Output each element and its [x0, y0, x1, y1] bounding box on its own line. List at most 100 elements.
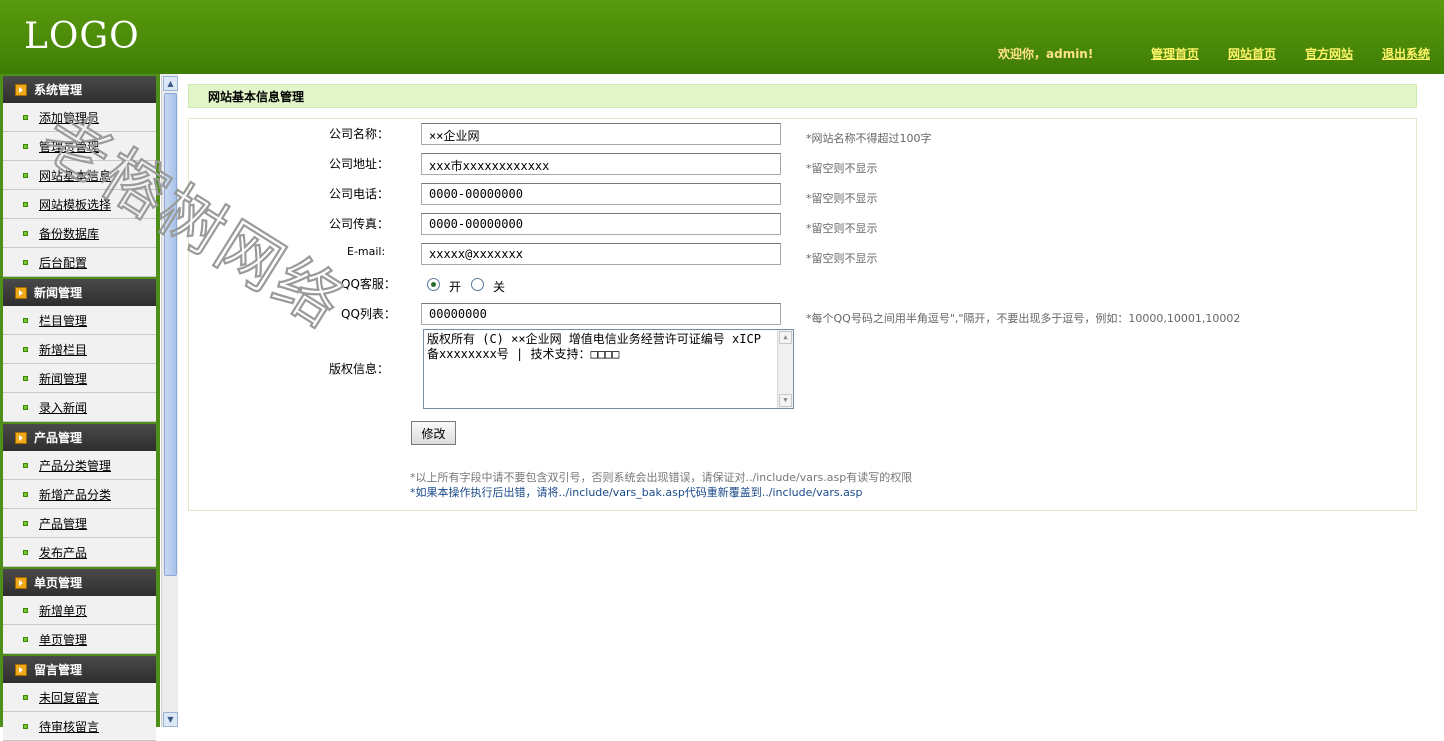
- email-label: E-mail:: [347, 245, 386, 258]
- bullet-icon: [23, 462, 28, 468]
- qq-service-on-radio[interactable]: [427, 278, 440, 291]
- sidebar-item-label: 备份数据库: [39, 226, 100, 241]
- sidebar-item-label: 添加管理员: [39, 110, 100, 125]
- sidebar-item[interactable]: 网站基本信息: [3, 161, 156, 190]
- sidebar-scrollbar[interactable]: ▲ ▼: [161, 74, 178, 727]
- bullet-icon: [23, 317, 28, 323]
- main-content: 网站基本信息管理 公司名称： ××企业网 *网站名称不得超过100字 公司地址：…: [188, 84, 1417, 511]
- bullet-icon: [23, 491, 28, 497]
- bullet-icon: [23, 230, 28, 236]
- qq-list-label: QQ列表：: [341, 307, 396, 321]
- sidebar-item[interactable]: 管理员管理: [3, 132, 156, 161]
- textarea-scrollbar[interactable]: ▲ ▼: [777, 330, 793, 408]
- sidebar-group-title: 产品管理: [34, 431, 83, 445]
- scroll-thumb[interactable]: [164, 93, 177, 576]
- company-phone-hint: *留空则不显示: [806, 192, 878, 205]
- sidebar-item[interactable]: 栏目管理: [3, 306, 156, 335]
- sidebar-group-title: 单页管理: [34, 576, 83, 590]
- bullet-icon: [23, 636, 28, 642]
- bullet-icon: [23, 259, 28, 265]
- sidebar-item[interactable]: 网站模板选择: [3, 190, 156, 219]
- company-address-label: 公司地址：: [329, 157, 390, 171]
- admin-home-link[interactable]: 管理首页: [1151, 45, 1199, 62]
- sidebar-item-label: 新增单页: [39, 603, 88, 618]
- expand-arrow-icon: [15, 286, 27, 299]
- bullet-icon: [23, 143, 28, 149]
- qq-list-input[interactable]: 00000000: [421, 303, 781, 325]
- site-home-link[interactable]: 网站首页: [1228, 45, 1276, 62]
- sidebar-group-header[interactable]: 单页管理: [3, 569, 156, 596]
- bullet-icon: [23, 723, 28, 729]
- copyright-textarea[interactable]: 版权所有 (C) ××企业网 增值电信业务经营许可证编号 xICP备xxxxxx…: [423, 329, 794, 409]
- bullet-icon: [23, 375, 28, 381]
- sidebar-group-header[interactable]: 留言管理: [3, 656, 156, 683]
- company-phone-input[interactable]: 0000-00000000: [421, 183, 781, 205]
- sidebar-item-label: 网站模板选择: [39, 197, 112, 212]
- logo: LOGO: [24, 16, 140, 57]
- textarea-scroll-down-icon[interactable]: ▼: [779, 394, 792, 407]
- textarea-scroll-up-icon[interactable]: ▲: [779, 331, 792, 344]
- company-fax-hint: *留空则不显示: [806, 222, 878, 235]
- sidebar-item[interactable]: 新增栏目: [3, 335, 156, 364]
- sidebar-item[interactable]: 未回复留言: [3, 683, 156, 712]
- sidebar-item[interactable]: 新闻管理: [3, 364, 156, 393]
- sidebar-item-label: 产品分类管理: [39, 458, 112, 473]
- copyright-text: 版权所有 (C) ××企业网 增值电信业务经营许可证编号 xICP备xxxxxx…: [427, 332, 761, 361]
- qq-service-label: QQ客服：: [341, 277, 396, 291]
- sidebar-group-header[interactable]: 系统管理: [3, 76, 156, 103]
- scroll-up-icon[interactable]: ▲: [163, 76, 178, 91]
- sidebar-group-header[interactable]: 新闻管理: [3, 279, 156, 306]
- welcome-text: 欢迎你，admin!: [998, 47, 1094, 61]
- sidebar-item[interactable]: 添加管理员: [3, 103, 156, 132]
- company-fax-label: 公司传真：: [329, 217, 390, 231]
- qq-service-off-radio[interactable]: [471, 278, 484, 291]
- expand-arrow-icon: [15, 431, 27, 444]
- sidebar-item[interactable]: 后台配置: [3, 248, 156, 277]
- sidebar-item[interactable]: 备份数据库: [3, 219, 156, 248]
- sidebar-item-label: 栏目管理: [39, 313, 88, 328]
- top-nav: 管理首页 网站首页 官方网站 退出系统: [1151, 45, 1430, 62]
- company-name-hint: *网站名称不得超过100字: [806, 132, 932, 145]
- bullet-icon: [23, 346, 28, 352]
- sidebar-item-label: 新增栏目: [39, 342, 88, 357]
- logout-link[interactable]: 退出系统: [1382, 45, 1430, 62]
- sidebar-item-label: 发布产品: [39, 545, 88, 560]
- bullet-icon: [23, 694, 28, 700]
- bullet-icon: [23, 114, 28, 120]
- scroll-down-icon[interactable]: ▼: [163, 712, 178, 727]
- bullet-icon: [23, 201, 28, 207]
- company-fax-input[interactable]: 0000-00000000: [421, 213, 781, 235]
- email-hint: *留空则不显示: [806, 252, 878, 265]
- company-name-input[interactable]: ××企业网: [421, 123, 781, 145]
- sidebar-item-label: 新闻管理: [39, 371, 88, 386]
- note-recovery: *如果本操作执行后出错，请将../include/vars_bak.asp代码重…: [410, 486, 863, 499]
- company-phone-label: 公司电话：: [329, 187, 390, 201]
- sidebar-item-label: 产品管理: [39, 516, 88, 531]
- expand-arrow-icon: [15, 663, 27, 676]
- sidebar-item-label: 网站基本信息: [39, 168, 112, 183]
- sidebar-item[interactable]: 单页管理: [3, 625, 156, 654]
- bullet-icon: [23, 549, 28, 555]
- sidebar-item-label: 管理员管理: [39, 139, 100, 154]
- company-name-label: 公司名称：: [329, 127, 390, 141]
- sidebar-item[interactable]: 产品分类管理: [3, 451, 156, 480]
- expand-arrow-icon: [15, 576, 27, 589]
- email-input[interactable]: xxxxx@xxxxxxx: [421, 243, 781, 265]
- bullet-icon: [23, 172, 28, 178]
- sidebar-item-label: 新增产品分类: [39, 487, 112, 502]
- sidebar-group-title: 新闻管理: [34, 286, 83, 300]
- sidebar-group-title: 留言管理: [34, 663, 83, 677]
- qq-list-hint: *每个QQ号码之间用半角逗号","隔开，不要出现多于逗号，例如：10000,10…: [806, 312, 1241, 325]
- sidebar-item[interactable]: 产品管理: [3, 509, 156, 538]
- sidebar-group-header[interactable]: 产品管理: [3, 424, 156, 451]
- company-address-input[interactable]: xxx市xxxxxxxxxxxx: [421, 153, 781, 175]
- sidebar-item[interactable]: 发布产品: [3, 538, 156, 567]
- sidebar-item[interactable]: 新增单页: [3, 596, 156, 625]
- sidebar-item[interactable]: 录入新闻: [3, 393, 156, 422]
- submit-button[interactable]: 修改: [411, 421, 456, 445]
- copyright-label: 版权信息：: [329, 362, 390, 376]
- qq-service-off-label: 关: [493, 280, 506, 294]
- official-site-link[interactable]: 官方网站: [1305, 45, 1353, 62]
- sidebar-item-label: 待审核留言: [39, 719, 100, 734]
- sidebar-item[interactable]: 新增产品分类: [3, 480, 156, 509]
